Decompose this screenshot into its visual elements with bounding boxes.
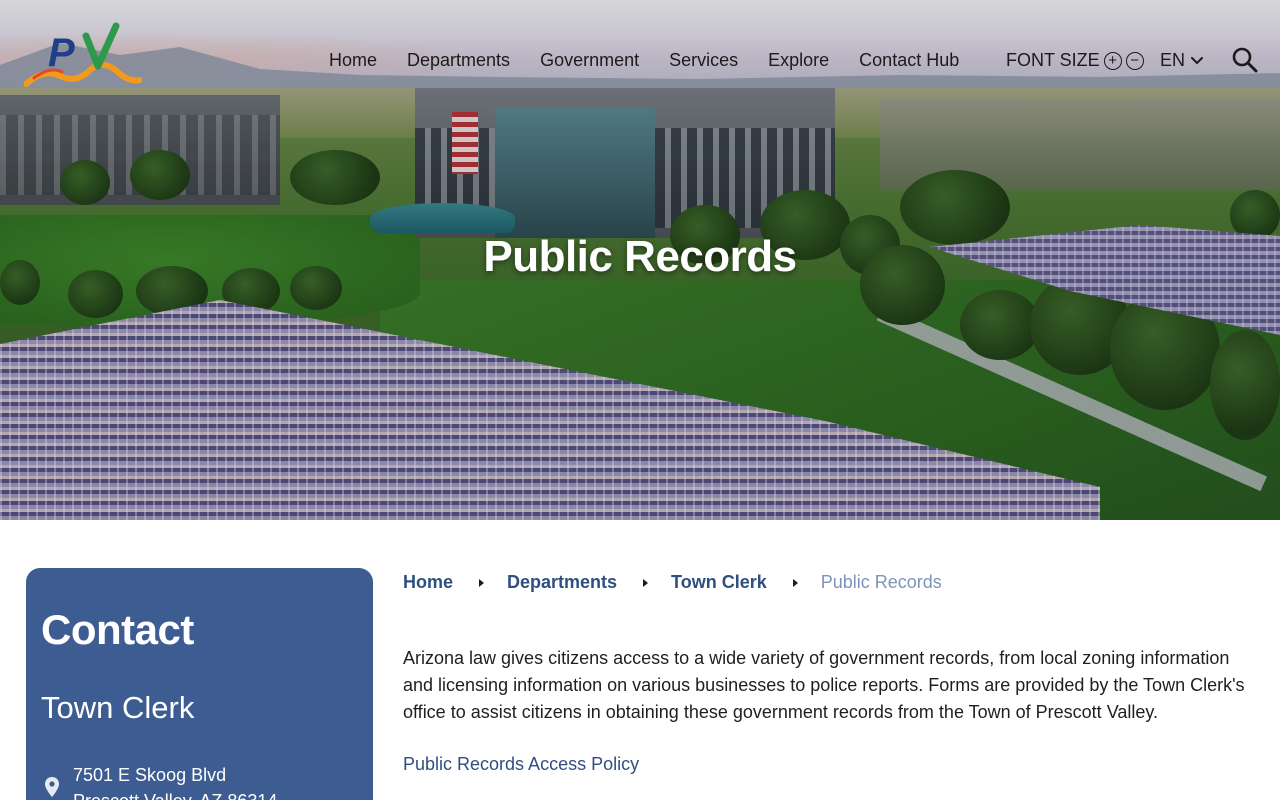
breadcrumb-separator-icon — [792, 578, 798, 587]
nav-home[interactable]: Home — [329, 50, 377, 71]
breadcrumb-separator-icon — [479, 578, 485, 587]
contact-address: 7501 E Skoog Blvd Prescott Valley, AZ 86… — [73, 762, 277, 800]
chevron-down-icon — [1191, 56, 1204, 64]
nav-services[interactable]: Services — [669, 50, 738, 71]
breadcrumb-town-clerk[interactable]: Town Clerk — [671, 572, 767, 593]
town-logo[interactable]: P — [24, 22, 142, 92]
svg-text:P: P — [48, 31, 75, 75]
breadcrumb: Home Departments Town Clerk Public Recor… — [403, 572, 942, 593]
breadcrumb-separator-icon — [643, 578, 649, 587]
font-increase-icon[interactable]: + — [1103, 51, 1122, 70]
breadcrumb-current: Public Records — [820, 572, 942, 592]
location-pin-icon — [45, 777, 59, 797]
language-label: EN — [1160, 50, 1186, 70]
address-line-1: 7501 E Skoog Blvd — [73, 765, 227, 785]
nav-contact-hub[interactable]: Contact Hub — [859, 50, 959, 71]
public-records-policy-link[interactable]: Public Records Access Policy — [403, 754, 639, 775]
page-title: Public Records — [483, 232, 797, 281]
font-decrease-icon[interactable]: − — [1125, 51, 1144, 70]
contact-heading: Contact — [41, 606, 194, 653]
address-line-2: Prescott Valley, AZ 86314 — [73, 788, 277, 800]
contact-card: Contact Town Clerk 7501 E Skoog Blvd Pre… — [26, 568, 373, 800]
nav-explore[interactable]: Explore — [768, 50, 829, 71]
nav-departments[interactable]: Departments — [407, 50, 510, 71]
language-selector[interactable]: EN — [1160, 50, 1204, 71]
main-navigation: Home Departments Government Services Exp… — [329, 50, 959, 71]
breadcrumb-departments[interactable]: Departments — [507, 572, 617, 593]
font-size-control: FONT SIZE + − — [1006, 50, 1144, 71]
nav-government[interactable]: Government — [540, 50, 639, 71]
contact-department: Town Clerk — [41, 690, 195, 725]
hero-banner: Public Records — [0, 0, 1280, 520]
search-icon[interactable] — [1232, 47, 1258, 73]
intro-paragraph: Arizona law gives citizens access to a w… — [403, 648, 1245, 722]
breadcrumb-home[interactable]: Home — [403, 572, 453, 593]
font-size-label: FONT SIZE — [1006, 50, 1100, 70]
